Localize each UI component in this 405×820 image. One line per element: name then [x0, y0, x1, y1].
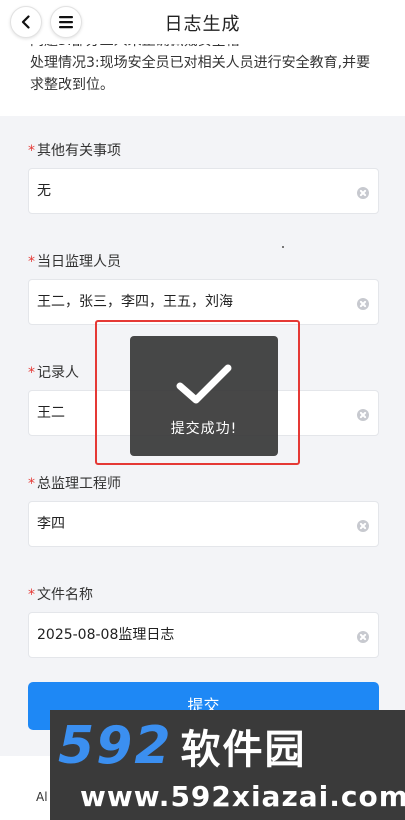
watermark-brand-number: 592	[58, 716, 173, 776]
other-matters-label: * 其他有关事项	[28, 143, 121, 159]
watermark-brand-text: 软件园	[180, 727, 307, 773]
chief-engineer-label: * 总监理工程师	[28, 476, 121, 492]
chief-engineer-value: 李四	[37, 516, 65, 532]
required-mark: *	[28, 254, 35, 270]
clear-icon[interactable]	[357, 520, 369, 532]
watermark-banner: 592 软件园 www.592xiazai.com	[50, 710, 405, 820]
page-title: 日志生成	[164, 14, 241, 35]
recorder-value: 王二	[37, 405, 65, 421]
watermark-url: www.592xiazai.com	[80, 780, 405, 813]
clear-icon[interactable]	[357, 298, 369, 310]
bottom-bar	[0, 756, 50, 820]
chief-engineer-input[interactable]: 李四	[28, 501, 379, 547]
other-matters-input[interactable]: 无	[28, 168, 379, 214]
supervisors-value: 王二，张三，李四，王五，刘海	[37, 294, 233, 310]
required-mark: *	[28, 476, 35, 492]
supervisors-label: * 当日监理人员	[28, 254, 121, 270]
required-mark: *	[28, 587, 35, 603]
clear-icon[interactable]	[357, 409, 369, 421]
other-matters-value: 无	[37, 183, 51, 199]
bottom-partial-text: Al	[36, 790, 48, 804]
required-mark: *	[28, 143, 35, 159]
app-header: 日志生成	[0, 0, 405, 44]
clear-icon[interactable]	[357, 187, 369, 199]
required-mark: *	[28, 365, 35, 381]
supervisors-input[interactable]: 王二，张三，李四，王五，刘海	[28, 279, 379, 325]
stray-dot	[282, 246, 284, 248]
clear-icon[interactable]	[357, 631, 369, 643]
recorder-label: * 记录人	[28, 365, 79, 381]
file-name-input[interactable]: 2025-08-08监理日志	[28, 612, 379, 658]
watermark-brand: 592 软件园	[58, 716, 307, 776]
previous-text-area[interactable]: 问题3:部分工人未正确佩戴安全帽处理情况3:现场安全员已对相关人员进行安全教育,…	[0, 33, 405, 116]
file-name-label: * 文件名称	[28, 587, 93, 603]
highlight-box	[95, 320, 300, 465]
file-name-value: 2025-08-08监理日志	[37, 627, 175, 643]
